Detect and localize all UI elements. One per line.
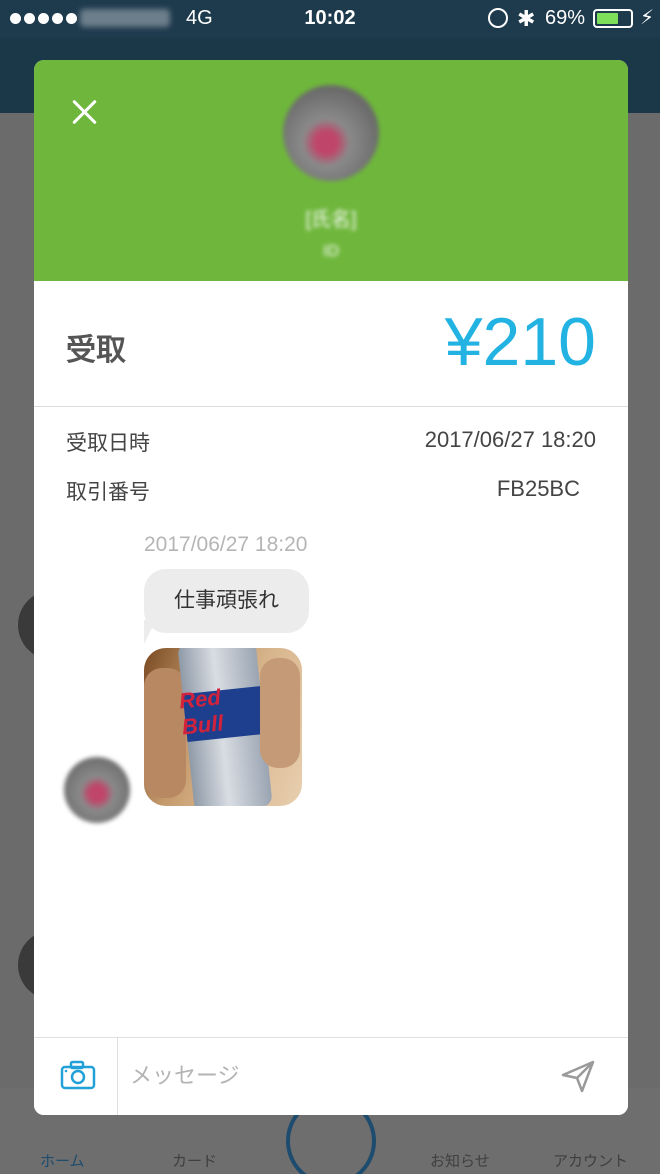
drink-can: Red Bull <box>177 648 273 806</box>
camera-icon <box>60 1060 96 1090</box>
message-input[interactable] <box>130 1058 540 1094</box>
battery-percent: 69% <box>545 7 586 29</box>
sender-avatar <box>283 85 379 181</box>
message-bubble: 仕事頑張れ <box>144 569 309 633</box>
received-date-value: 2017/06/27 18:20 <box>424 427 596 452</box>
message-input-bar <box>34 1037 628 1115</box>
message-bubble-tail <box>144 620 156 644</box>
send-button[interactable] <box>560 1058 600 1098</box>
message-timestamp: 2017/06/27 18:20 <box>144 533 308 556</box>
transaction-detail-modal: [氏名] ID 受取 ¥210 受取日時 2017/06/27 18:20 取引… <box>34 60 628 1115</box>
tab-notifications[interactable]: お知らせ <box>430 1150 490 1171</box>
received-date-label: 受取日時 <box>66 432 150 455</box>
camera-button[interactable] <box>34 1038 118 1115</box>
message-sender-avatar <box>64 757 130 823</box>
amount-label: 受取 <box>66 334 126 367</box>
sender-id: ID <box>323 243 339 260</box>
amount-row: 受取 ¥210 <box>34 281 628 407</box>
charging-icon: ⚡ <box>640 7 655 29</box>
battery-icon <box>593 9 633 28</box>
bluetooth-icon: ✱ <box>517 6 536 31</box>
tab-home[interactable]: ホーム <box>40 1150 85 1171</box>
can-label: Red Bull <box>177 684 225 740</box>
rotation-lock-icon <box>488 8 508 28</box>
status-bar: 4G 10:02 ✱ 69% ⚡ <box>0 0 660 38</box>
amount-value: ¥210 <box>444 304 596 380</box>
transaction-id-value: FB25BC <box>496 476 580 501</box>
send-icon <box>561 1060 595 1093</box>
modal-header: [氏名] ID <box>34 60 628 281</box>
sender-name: [氏名] <box>305 209 357 231</box>
message-photo[interactable]: Red Bull <box>144 648 302 806</box>
transaction-id-label: 取引番号 <box>66 481 150 504</box>
close-icon[interactable] <box>64 92 104 132</box>
tab-card[interactable]: カード <box>172 1150 217 1171</box>
tab-account[interactable]: アカウント <box>553 1150 628 1171</box>
